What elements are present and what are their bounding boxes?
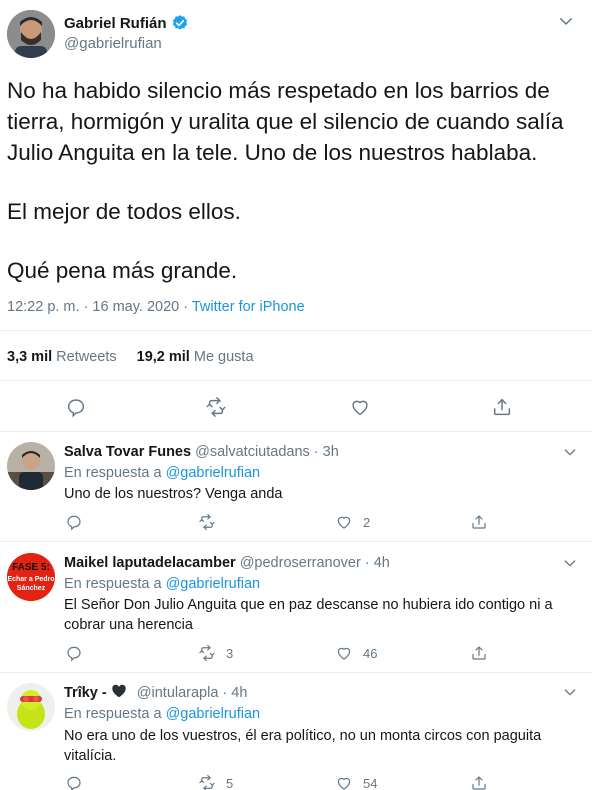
- tweet-meta: 12:22 p. m. · 16 may. 2020 · Twitter for…: [7, 299, 305, 315]
- reply-button[interactable]: [65, 644, 83, 662]
- chevron-down-icon[interactable]: [562, 444, 578, 460]
- likes-count: 19,2 mil: [136, 349, 190, 365]
- tweet-stats: 3,3 mil Retweets 19,2 mil Me gusta: [7, 349, 254, 365]
- reply-header: Salva Tovar Funes @salvatciutadans · 3h: [64, 444, 339, 460]
- likes-label: Me gusta: [193, 349, 254, 365]
- retweets-count: 3,3 mil: [7, 349, 53, 365]
- likes-stat[interactable]: 19,2 mil Me gusta: [137, 349, 254, 365]
- like-count: 2: [363, 514, 371, 530]
- like-icon: [352, 400, 368, 416]
- share-button[interactable]: [470, 644, 488, 662]
- reply-text: El Señor Don Julio Anguita que en paz de…: [64, 597, 553, 633]
- reply-tweet[interactable]: Trîky - @intularapla · 4h En respuesta a…: [0, 673, 592, 790]
- retweet-button[interactable]: [205, 396, 227, 418]
- chevron-down-icon[interactable]: [562, 684, 578, 700]
- retweets-stat[interactable]: 3,3 mil Retweets: [7, 349, 117, 365]
- retweet-button[interactable]: 3: [198, 644, 233, 662]
- author-name-text[interactable]: Gabriel Rufián: [64, 15, 167, 32]
- reply-author-handle[interactable]: @intularapla · 4h: [137, 685, 248, 701]
- like-count: 46: [363, 645, 378, 661]
- retweets-label: Retweets: [56, 349, 117, 365]
- divider: [0, 330, 592, 331]
- share-button[interactable]: [491, 396, 513, 418]
- retweet-icon: [199, 774, 215, 790]
- reply-button[interactable]: [65, 513, 83, 531]
- author-avatar[interactable]: [7, 10, 55, 58]
- reply-author-name[interactable]: Salva Tovar Funes: [64, 444, 191, 460]
- like-button[interactable]: 46: [335, 644, 377, 662]
- retweet-button[interactable]: [198, 513, 226, 531]
- reply-header: Trîky - @intularapla · 4h: [64, 684, 247, 701]
- reply-to-link[interactable]: @gabrielrufian: [166, 706, 261, 722]
- tweet-actions: [0, 396, 592, 418]
- reply-context: En respuesta a @gabrielrufian: [64, 706, 260, 722]
- reply-icon: [67, 776, 81, 790]
- reply-button[interactable]: [65, 774, 83, 790]
- tweet-text-line: El mejor de todos ellos.: [7, 199, 241, 224]
- share-button[interactable]: [470, 513, 488, 531]
- like-button[interactable]: [349, 396, 371, 418]
- tweet-text-line: Julio Anguita en la tele. Uno de los nue…: [7, 140, 538, 165]
- tweet-text-line: Qué pena más grande.: [7, 258, 238, 283]
- reply-icon: [67, 515, 81, 531]
- share-icon: [472, 515, 486, 529]
- like-button[interactable]: 54: [335, 774, 377, 790]
- share-icon: [493, 398, 511, 416]
- tweet-text: No ha habido silencio más respetado en l…: [7, 75, 587, 286]
- reply-author-handle[interactable]: @salvatciutadans · 3h: [195, 444, 339, 460]
- share-icon: [472, 646, 486, 660]
- reply-author-name[interactable]: Maikel laputadelacamber: [64, 555, 236, 571]
- share-icon: [472, 776, 486, 790]
- reply-author-name[interactable]: Trîky -: [64, 685, 111, 701]
- reply-to-prefix: En respuesta a: [64, 465, 166, 481]
- tweet-source-link[interactable]: Twitter for iPhone: [192, 299, 305, 315]
- reply-icon: [67, 399, 85, 418]
- like-button[interactable]: 2: [335, 513, 370, 531]
- like-icon: [337, 516, 351, 529]
- tweet-text-line: tierra, hormigón y uralita que el silenc…: [7, 109, 564, 134]
- share-button[interactable]: [470, 774, 488, 790]
- reply-text: No era uno de los vuestros, él era polít…: [64, 728, 542, 764]
- reply-avatar[interactable]: [7, 442, 55, 490]
- reply-button[interactable]: [65, 396, 87, 418]
- reply-author-handle[interactable]: @pedroserranover · 4h: [240, 555, 390, 571]
- avatar-text-line: Echar a Pedro: [7, 576, 54, 583]
- author-name[interactable]: Gabriel Rufián: [64, 14, 189, 32]
- main-tweet: Gabriel Rufián @gabrielrufian No ha habi…: [0, 0, 592, 432]
- retweet-icon: [206, 397, 226, 417]
- author-handle[interactable]: @gabrielrufian: [64, 35, 162, 52]
- reply-avatar[interactable]: FASE 5: Echar a Pedro Sánchez: [7, 553, 55, 601]
- reply-context: En respuesta a @gabrielrufian: [64, 576, 260, 592]
- like-icon: [337, 777, 351, 790]
- retweet-count: 5: [226, 775, 234, 790]
- reply-to-link[interactable]: @gabrielrufian: [166, 576, 261, 592]
- retweet-icon: [199, 644, 215, 662]
- retweet-button[interactable]: 5: [198, 774, 233, 790]
- verified-icon: [172, 15, 187, 30]
- tweet-text-line: No ha habido silencio más respetado en l…: [7, 78, 550, 103]
- retweet-icon: [199, 513, 215, 531]
- avatar-text-line: Sánchez: [17, 585, 46, 592]
- reply-header: Maikel laputadelacamber @pedroserranover…: [64, 555, 390, 571]
- divider: [0, 380, 592, 381]
- reply-to-prefix: En respuesta a: [64, 576, 166, 592]
- reply-to-link[interactable]: @gabrielrufian: [166, 465, 261, 481]
- heart-emoji-icon: [112, 684, 126, 698]
- avatar-text-line: FASE 5:: [12, 562, 50, 573]
- reply-tweet[interactable]: FASE 5: Echar a Pedro Sánchez Maikel lap…: [0, 542, 592, 673]
- reply-icon: [67, 646, 81, 662]
- reply-text: Uno de los nuestros? Venga anda: [64, 486, 283, 502]
- tweet-timestamp[interactable]: 12:22 p. m. · 16 may. 2020 ·: [7, 299, 192, 315]
- reply-tweet[interactable]: Salva Tovar Funes @salvatciutadans · 3h …: [0, 432, 592, 542]
- chevron-down-icon[interactable]: [562, 555, 578, 571]
- chevron-down-icon[interactable]: [557, 12, 575, 30]
- reply-to-prefix: En respuesta a: [64, 706, 166, 722]
- reply-avatar[interactable]: [7, 683, 55, 731]
- like-count: 54: [363, 775, 378, 790]
- like-icon: [337, 647, 351, 660]
- retweet-count: 3: [226, 645, 234, 661]
- reply-context: En respuesta a @gabrielrufian: [64, 465, 260, 481]
